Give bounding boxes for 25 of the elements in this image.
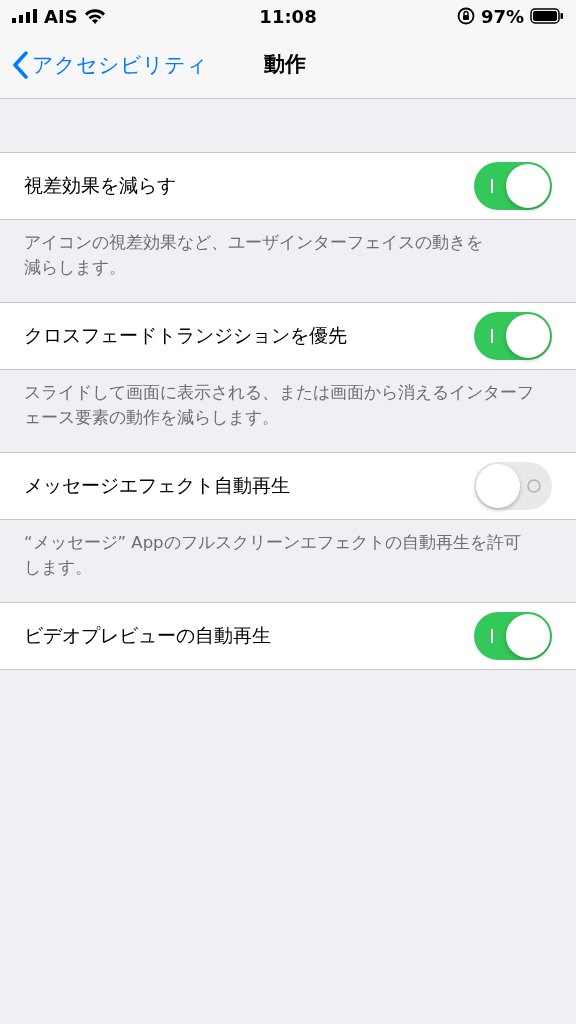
footer-note: します。 <box>24 557 93 579</box>
off-label-icon <box>527 479 541 493</box>
setting-label: 視差効果を減らす <box>24 173 176 198</box>
battery-percent: 97% <box>480 5 524 27</box>
setting-label: メッセージエフェクト自動再生 <box>24 473 290 498</box>
footer-note: 減らします。 <box>24 257 127 279</box>
footer-note: ェース要素の動作を減らします。 <box>24 407 280 429</box>
setting-label: クロスフェードトランジションを優先 <box>24 323 347 348</box>
screen-title: 動作 <box>264 51 306 78</box>
footer-note: スライドして画面に表示される、または画面から消えるインターフ <box>24 382 535 404</box>
wifi-icon <box>83 8 106 24</box>
toggle-switch[interactable] <box>474 162 552 210</box>
signal-icon <box>12 9 38 23</box>
rotation-lock-icon <box>456 7 475 25</box>
chevron-left-icon <box>12 51 28 79</box>
clock-time: 11:08 <box>259 5 317 27</box>
footer-note: アイコンの視差効果など、ユーザインターフェイスの動きを <box>24 232 484 254</box>
battery-icon <box>530 8 564 24</box>
toggle-switch[interactable] <box>474 312 552 360</box>
setting-label: ビデオプレビューの自動再生 <box>24 623 271 648</box>
carrier-name: AIS <box>44 5 78 27</box>
toggle-switch[interactable] <box>474 462 552 510</box>
toggle-switch[interactable] <box>474 612 552 660</box>
back-button[interactable]: アクセシビリティ <box>0 51 208 79</box>
footer-note: “メッセージ” Appのフルスクリーンエフェクトの自動再生を許可 <box>24 532 522 554</box>
